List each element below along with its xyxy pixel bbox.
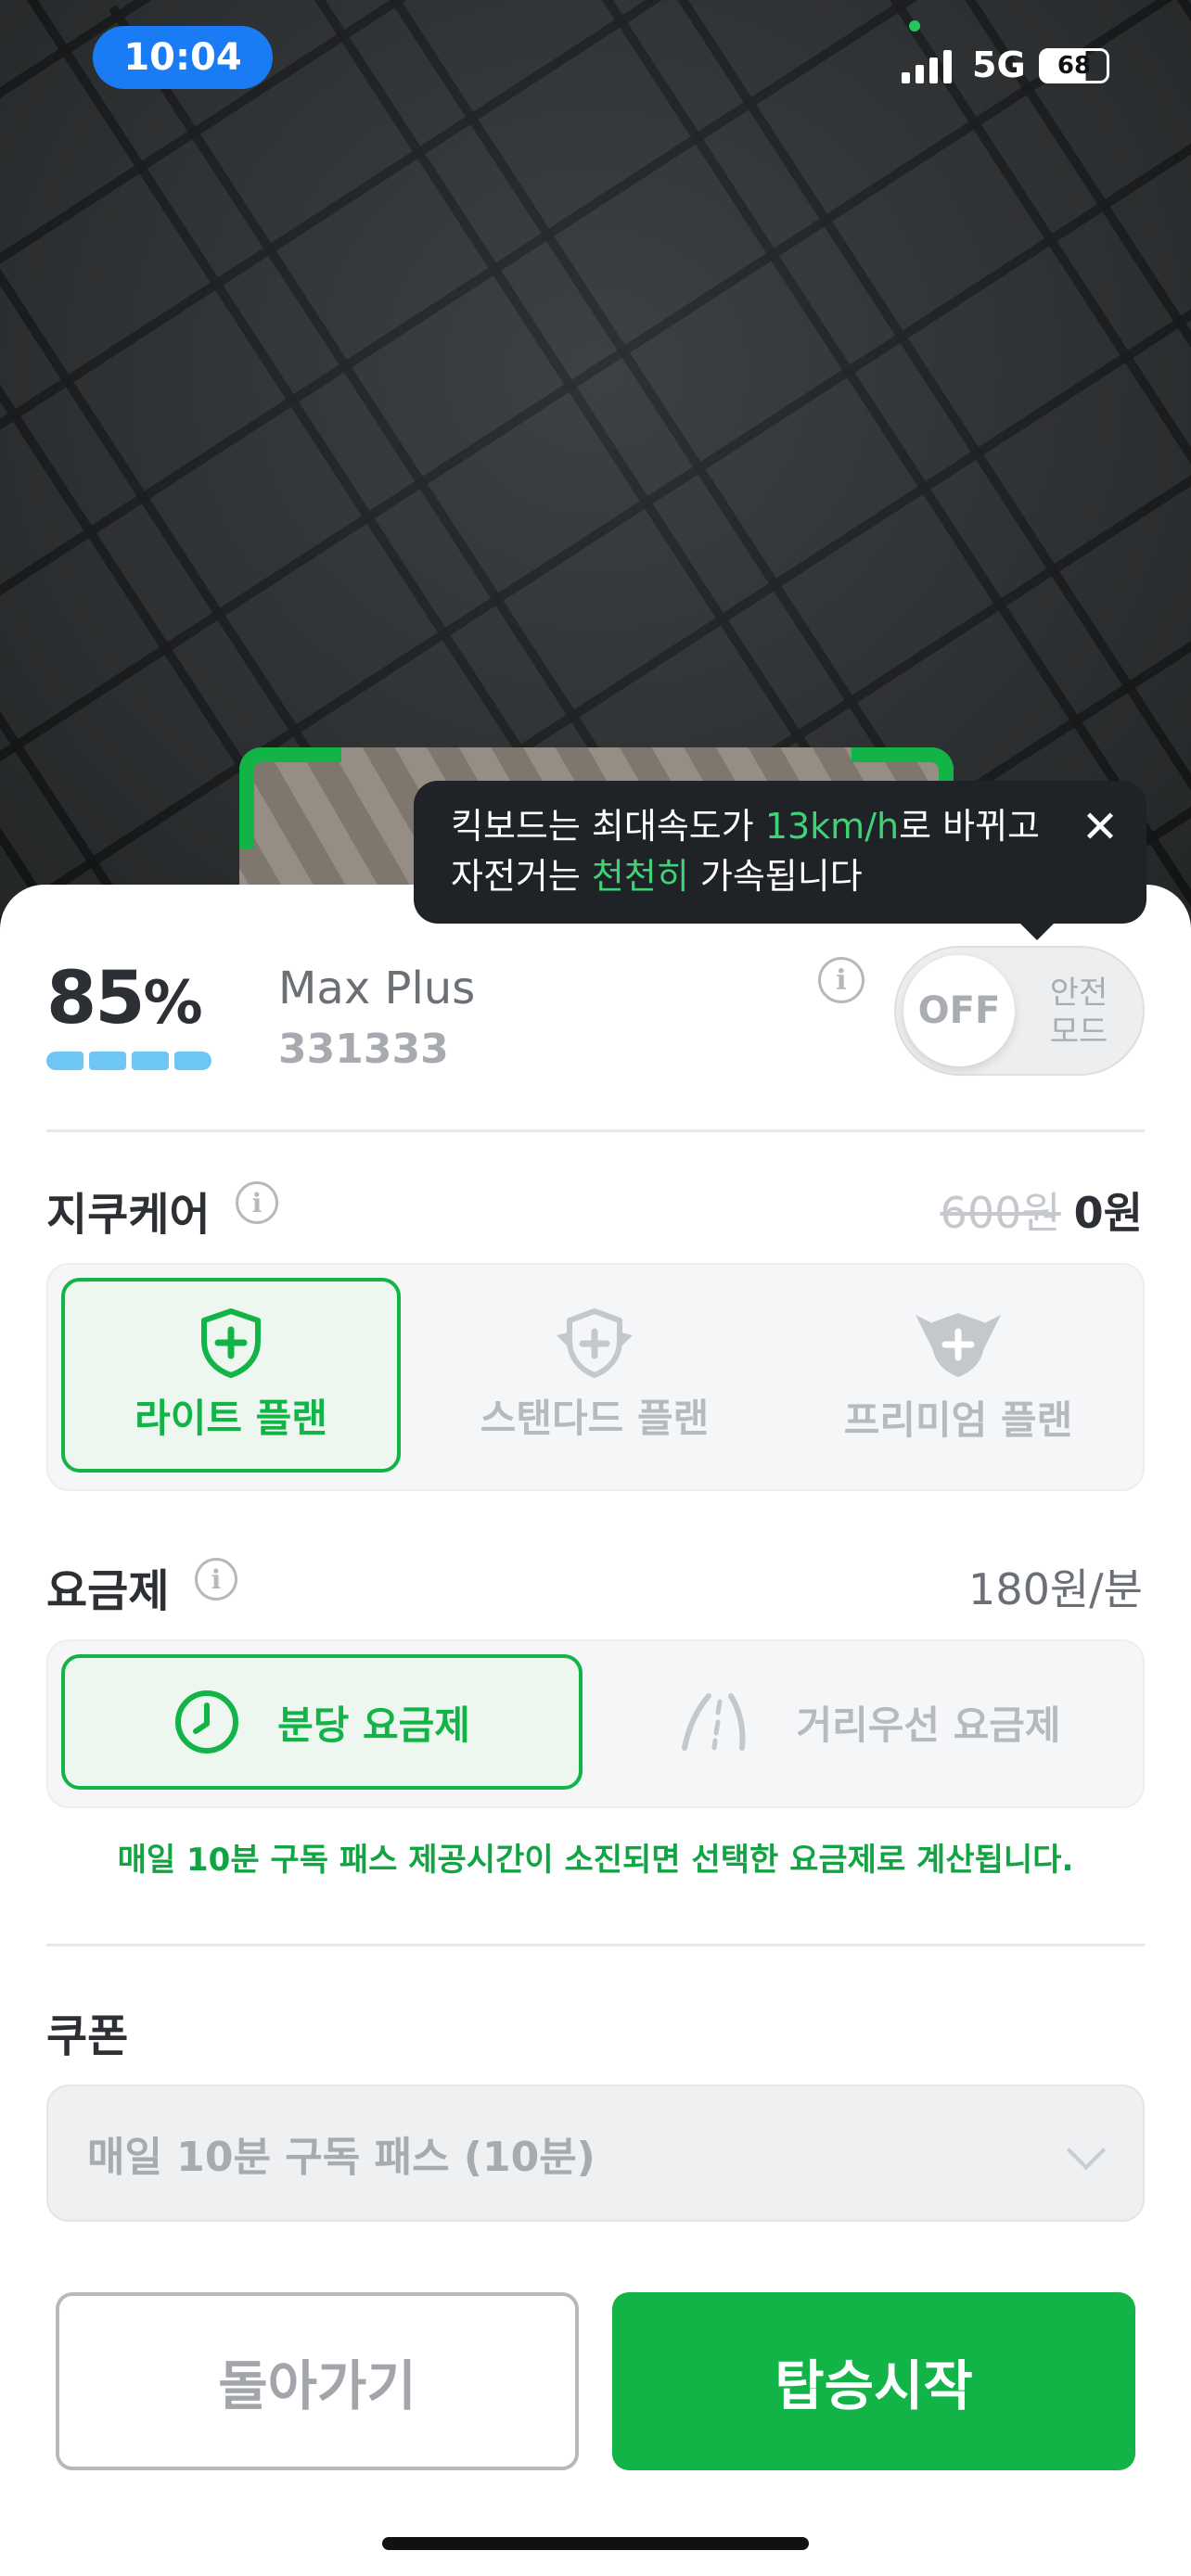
battery-icon: 68 xyxy=(1039,48,1109,83)
fare-option-label: 거리우선 요금제 xyxy=(796,1702,1061,1748)
battery-number: 85 xyxy=(46,957,146,1040)
tooltip-text: 가속됩니다 xyxy=(688,856,863,897)
road-icon xyxy=(682,1693,746,1751)
fare-price: 180원/분 xyxy=(968,1564,1143,1614)
fare-notice: 매일 10분 구독 패스 제공시간이 소진되면 선택한 요금제로 계산됩니다. xyxy=(117,1842,1074,1879)
tooltip-line-2: 자전거는 천천히 가속됩니다 xyxy=(451,851,1109,901)
fare-section-title: 요금제 xyxy=(46,1565,170,1617)
vehicle-id: 331333 xyxy=(278,1026,449,1073)
safety-info-icon[interactable]: i xyxy=(818,957,864,1003)
back-button[interactable]: 돌아가기 xyxy=(56,2292,579,2470)
care-plan-light[interactable]: 라이트 플랜 xyxy=(61,1278,401,1473)
safety-mode-label: 안전 모드 xyxy=(1037,974,1121,1052)
fare-info-icon[interactable]: i xyxy=(195,1558,237,1600)
care-plan-premium[interactable]: 프리미엄 플랜 xyxy=(788,1278,1128,1473)
battery-segment xyxy=(46,1052,83,1070)
safety-label-line: 모드 xyxy=(1049,1014,1108,1051)
battery-segment xyxy=(89,1052,126,1070)
coupon-selected-value: 매일 10분 구독 패스 (10분) xyxy=(87,2134,596,2181)
battery-level-bar xyxy=(46,1052,211,1070)
care-section-title: 지쿠케어 xyxy=(46,1189,211,1241)
fare-option-label: 분당 요금제 xyxy=(277,1702,470,1748)
scan-corner-top-left xyxy=(239,747,341,849)
tooltip-text: 킥보드는 최대속도가 xyxy=(451,806,765,847)
tooltip-close-icon[interactable]: ✕ xyxy=(1074,801,1126,853)
battery-segment xyxy=(174,1052,211,1070)
tooltip-highlight-speed: 13km/h xyxy=(764,806,900,847)
network-type: 5G xyxy=(972,45,1026,85)
battery-unit: % xyxy=(143,969,203,1038)
battery-segment xyxy=(132,1052,169,1070)
vehicle-model: Max Plus xyxy=(278,963,476,1014)
fare-plan-selector: 분당 요금제 거리우선 요금제 xyxy=(46,1639,1145,1808)
care-plan-standard[interactable]: 스탠다드 플랜 xyxy=(425,1278,764,1473)
safety-mode-tooltip: 킥보드는 최대속도가 13km/h로 바뀌고 자전거는 천천히 가속됩니다 ✕ xyxy=(414,781,1146,940)
coupon-dropdown[interactable]: 매일 10분 구독 패스 (10분) xyxy=(46,2085,1145,2222)
battery-percentage: 85% xyxy=(46,957,203,1040)
privacy-indicator-dot xyxy=(909,20,920,32)
fare-distance-first[interactable]: 거리우선 요금제 xyxy=(608,1654,1133,1790)
start-ride-button[interactable]: 탑승시작 xyxy=(612,2292,1135,2470)
status-time: 10:04 xyxy=(93,26,273,89)
signal-icon xyxy=(902,46,952,83)
winged-shield-icon xyxy=(557,1307,633,1378)
divider xyxy=(46,1129,1145,1132)
fare-per-minute[interactable]: 분당 요금제 xyxy=(61,1654,583,1790)
tooltip-arrow xyxy=(1018,922,1056,940)
care-info-icon[interactable]: i xyxy=(236,1181,278,1224)
tooltip-line-1: 킥보드는 최대속도가 13km/h로 바뀌고 xyxy=(451,801,1109,851)
care-plan-label: 라이트 플랜 xyxy=(134,1395,327,1441)
shield-plus-icon xyxy=(201,1307,261,1378)
safety-label-line: 안전 xyxy=(1049,975,1108,1012)
status-bar: 10:04 5G 68 xyxy=(0,0,1191,121)
tooltip-text: 로 바뀌고 xyxy=(899,806,1040,847)
divider xyxy=(46,1944,1145,1946)
care-plan-label: 스탠다드 플랜 xyxy=(480,1395,710,1441)
tooltip-text: 자전거는 xyxy=(451,856,592,897)
care-plan-label: 프리미엄 플랜 xyxy=(843,1396,1073,1443)
care-original-price: 600원 xyxy=(940,1188,1061,1238)
tooltip-highlight-slow: 천천히 xyxy=(591,856,689,897)
safety-mode-toggle[interactable]: OFF 안전 모드 xyxy=(894,946,1145,1076)
care-plan-selector: 라이트 플랜 스탠다드 플랜 프리미엄 플랜 xyxy=(46,1263,1145,1491)
clock-icon xyxy=(175,1690,239,1753)
chevron-down-icon xyxy=(1066,2130,1107,2171)
coupon-section-title: 쿠폰 xyxy=(46,2010,129,2062)
care-current-price: 0원 xyxy=(1073,1188,1143,1238)
care-price: 600원 0원 xyxy=(941,1180,1143,1241)
home-indicator xyxy=(382,2537,809,2550)
toggle-knob: OFF xyxy=(903,955,1015,1066)
crowned-shield-icon xyxy=(916,1312,1001,1377)
